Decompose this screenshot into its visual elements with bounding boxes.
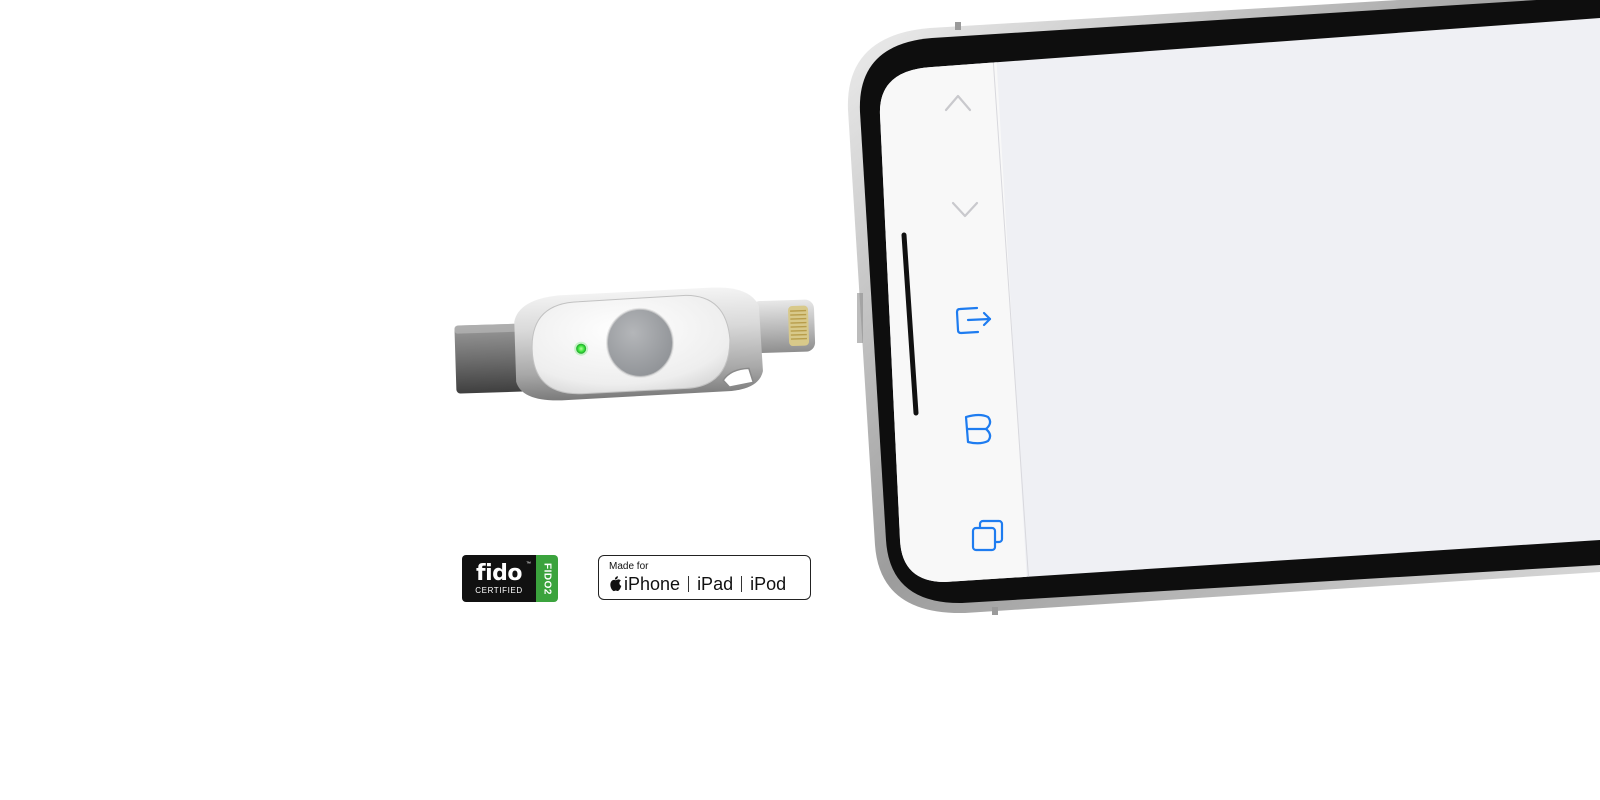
device-ipod: iPod (750, 574, 787, 594)
phone (847, 0, 1600, 615)
apple-logo-icon (610, 576, 622, 592)
device-iphone: iPhone (624, 574, 681, 594)
security-key (454, 287, 816, 401)
fido-wordmark: fido (476, 560, 522, 586)
made-for-label: Made for (609, 561, 649, 572)
fido-certified-label: CERTIFIED (475, 585, 523, 595)
fido2-label: FIDO2 (541, 562, 553, 595)
product-scene (454, 0, 1600, 615)
fido-trademark: ™ (526, 561, 531, 567)
device-separator (741, 576, 743, 592)
made-for-apple-badge: Made for iPhone iPad iPod (598, 555, 811, 600)
device-list: iPhone iPad iPod (609, 573, 800, 595)
fido2-strip: FIDO2 (536, 555, 558, 602)
device-separator (688, 576, 690, 592)
device-ipad: iPad (697, 574, 734, 594)
fido-logo: fido ™ CERTIFIED (462, 555, 536, 602)
fido-certified-badge: fido ™ CERTIFIED FIDO2 (462, 555, 558, 602)
